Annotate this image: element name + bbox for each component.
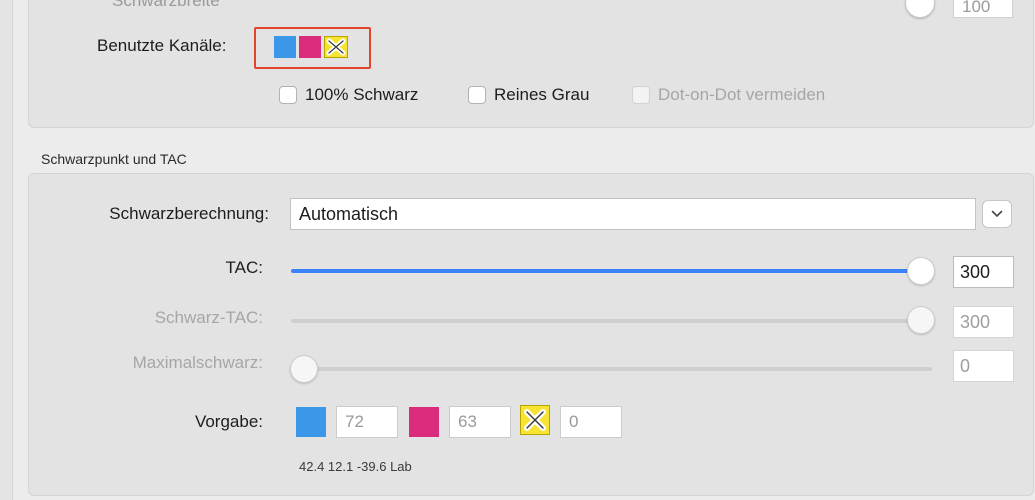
magenta-channel-swatch	[299, 36, 321, 58]
lab-readout: 42.4 12.1 -39.6 Lab	[299, 459, 412, 474]
preset-magenta-swatch	[409, 407, 439, 437]
black-tac-value-field[interactable]: 300	[953, 306, 1014, 338]
channels-group	[28, 0, 1034, 128]
max-black-slider-track[interactable]	[291, 367, 932, 371]
channels-label: Benutzte Kanäle:	[97, 36, 227, 55]
cut-off-value-field[interactable]: 100	[953, 0, 1013, 18]
max-black-slider-knob[interactable]	[290, 355, 318, 383]
preset-label: Vorgabe:	[194, 412, 263, 431]
black-tac-label: Schwarz-TAC:	[154, 308, 263, 327]
checkbox-dot-on-dot[interactable]	[632, 86, 650, 104]
checkbox-100-black-label: 100% Schwarz	[305, 85, 419, 104]
section-title: Schwarzpunkt und TAC	[41, 151, 187, 167]
cyan-channel-swatch	[274, 36, 296, 58]
checkbox-pure-gray[interactable]	[468, 86, 486, 104]
checkbox-dot-on-dot-label: Dot-on-Dot vermeiden	[658, 85, 826, 104]
tac-slider-track[interactable]	[291, 269, 917, 273]
preset-magenta-field[interactable]: 63	[449, 406, 511, 438]
black-calc-label: Schwarzberechnung:	[109, 204, 269, 223]
black-calc-combobox[interactable]: Automatisch	[290, 198, 976, 230]
yellow-x-icon	[324, 36, 348, 58]
black-tac-slider-track[interactable]	[291, 319, 917, 323]
black-tac-slider-knob[interactable]	[907, 306, 935, 334]
checkbox-100-black[interactable]	[279, 86, 297, 104]
tac-value-field[interactable]: 300	[953, 256, 1014, 288]
cut-off-label: Schwarzbreite	[112, 0, 220, 10]
preset-yellow-x-icon	[520, 405, 550, 435]
preset-cyan-swatch	[296, 407, 326, 437]
preset-yellow-field[interactable]: 0	[560, 406, 622, 438]
max-black-label: Maximalschwarz:	[132, 353, 263, 372]
tac-slider-knob[interactable]	[907, 257, 935, 285]
tac-label: TAC:	[225, 258, 263, 277]
chevron-down-icon[interactable]	[982, 200, 1012, 228]
checkbox-pure-gray-label: Reines Grau	[494, 85, 590, 104]
left-rail	[0, 0, 13, 500]
preset-cyan-field[interactable]: 72	[336, 406, 398, 438]
max-black-value-field[interactable]: 0	[953, 350, 1014, 382]
